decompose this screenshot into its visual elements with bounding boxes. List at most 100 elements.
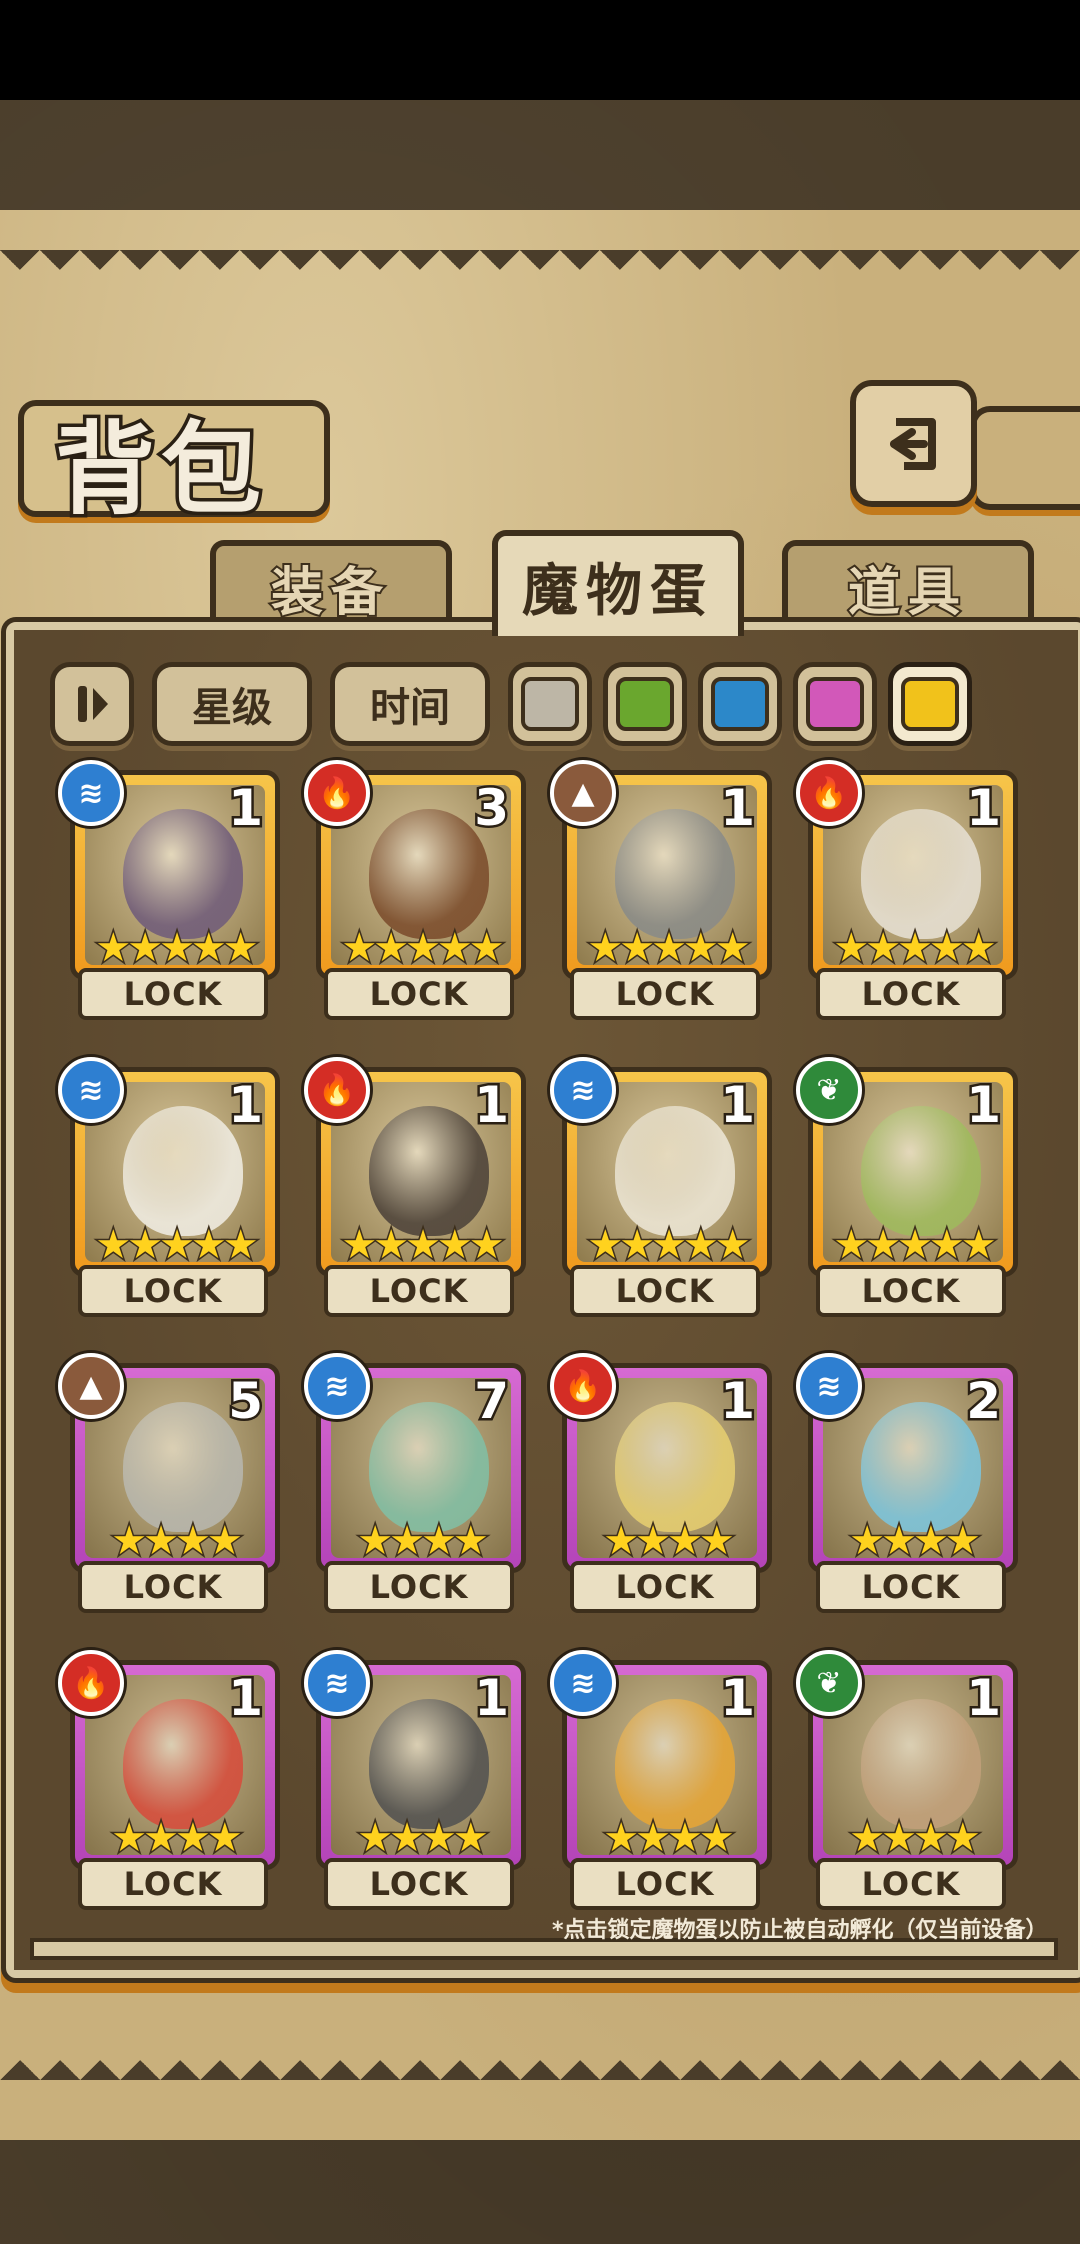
lock-button[interactable]: LOCK <box>816 968 1006 1020</box>
color-swatch-pink <box>806 677 864 731</box>
parchment-top-edge <box>0 250 1080 290</box>
lock-hint-text: *点击锁定魔物蛋以防止被自动孵化（仅当前设备） <box>552 1918 1048 1943</box>
color-filter-gold[interactable] <box>888 662 972 746</box>
lock-button[interactable]: LOCK <box>570 1561 760 1613</box>
water-element-icon: ≋ <box>796 1353 862 1419</box>
color-swatch-green <box>616 677 674 731</box>
monster-egg-image <box>369 1402 489 1532</box>
lock-button[interactable]: LOCK <box>570 1265 760 1317</box>
lock-button[interactable]: LOCK <box>816 1561 1006 1613</box>
earth-element-icon: ▲ <box>550 760 616 826</box>
water-element-icon: ≋ <box>304 1353 370 1419</box>
egg-star-rating: ★★★★★ <box>586 1221 752 1270</box>
water-element-icon: ≋ <box>58 760 124 826</box>
monster-egg-image <box>615 1699 735 1829</box>
monster-egg-image <box>861 1402 981 1532</box>
egg-count: 1 <box>472 1074 512 1137</box>
page-title: 背包 <box>52 408 267 532</box>
egg-star-rating: ★★★★★ <box>832 1221 998 1270</box>
monster-egg-image <box>861 1699 981 1829</box>
sort-toggle-icon <box>78 686 108 722</box>
egg-star-rating: ★★★★ <box>110 1517 244 1566</box>
lock-button[interactable]: LOCK <box>324 1858 514 1910</box>
monster-egg-image <box>123 1106 243 1236</box>
water-element-icon: ≋ <box>550 1057 616 1123</box>
monster-egg-image <box>369 1106 489 1236</box>
status-bar-area <box>0 0 1080 100</box>
back-button-rail <box>970 406 1080 510</box>
sort-by-star-button[interactable]: 星级 <box>152 662 312 746</box>
lock-button[interactable]: LOCK <box>324 1561 514 1613</box>
fire-element-icon: 🔥 <box>58 1650 124 1716</box>
egg-star-rating: ★★★★★ <box>94 1221 260 1270</box>
lock-button[interactable]: LOCK <box>570 1858 760 1910</box>
water-element-icon: ≋ <box>304 1650 370 1716</box>
tab-items[interactable]: 道具 <box>782 540 1034 628</box>
color-filter-pink[interactable] <box>793 662 877 746</box>
color-swatch-gold <box>901 677 959 731</box>
fire-element-icon: 🔥 <box>304 1057 370 1123</box>
sort-by-time-button[interactable]: 时间 <box>330 662 490 746</box>
egg-star-rating: ★★★★ <box>848 1517 982 1566</box>
color-swatch-blue <box>711 677 769 731</box>
water-element-icon: ≋ <box>58 1057 124 1123</box>
tab-monster-eggs-label: 魔物蛋 <box>522 558 714 624</box>
egg-count: 1 <box>226 1667 266 1730</box>
color-filter-blue[interactable] <box>698 662 782 746</box>
egg-count: 1 <box>472 1667 512 1730</box>
color-filter-white[interactable] <box>508 662 592 746</box>
lock-button[interactable]: LOCK <box>816 1858 1006 1910</box>
monster-egg-image <box>123 809 243 939</box>
sort-order-toggle[interactable] <box>50 662 134 746</box>
fire-element-icon: 🔥 <box>550 1353 616 1419</box>
water-element-icon: ≋ <box>550 1650 616 1716</box>
lock-button[interactable]: LOCK <box>78 1561 268 1613</box>
back-button[interactable] <box>850 380 977 507</box>
fire-element-icon: 🔥 <box>304 760 370 826</box>
monster-egg-image <box>123 1402 243 1532</box>
egg-count: 7 <box>472 1370 512 1433</box>
lock-button[interactable]: LOCK <box>78 1265 268 1317</box>
lock-button[interactable]: LOCK <box>570 968 760 1020</box>
egg-star-rating: ★★★★ <box>356 1517 490 1566</box>
tab-items-label: 道具 <box>846 561 968 625</box>
egg-count: 1 <box>226 777 266 840</box>
color-filter-green[interactable] <box>603 662 687 746</box>
egg-count: 1 <box>226 1074 266 1137</box>
monster-egg-image <box>369 809 489 939</box>
egg-count: 1 <box>964 1074 1004 1137</box>
tab-equipment[interactable]: 装备 <box>210 540 452 628</box>
monster-egg-image <box>861 809 981 939</box>
egg-star-rating: ★★★★★ <box>586 924 752 973</box>
lock-button[interactable]: LOCK <box>78 968 268 1020</box>
egg-count: 2 <box>964 1370 1004 1433</box>
tab-equipment-label: 装备 <box>269 561 391 625</box>
egg-star-rating: ★★★★ <box>356 1814 490 1863</box>
monster-egg-image <box>123 1699 243 1829</box>
monster-egg-image <box>615 809 735 939</box>
egg-count: 1 <box>964 1667 1004 1730</box>
egg-star-rating: ★★★★★ <box>832 924 998 973</box>
lock-button[interactable]: LOCK <box>816 1265 1006 1317</box>
tab-monster-eggs[interactable]: 魔物蛋 <box>492 530 744 636</box>
egg-count: 1 <box>718 1667 758 1730</box>
back-arrow-icon <box>889 417 936 470</box>
egg-star-rating: ★★★★ <box>848 1814 982 1863</box>
lock-button[interactable]: LOCK <box>324 1265 514 1317</box>
leaf-element-icon: ❦ <box>796 1650 862 1716</box>
parchment-bottom-edge <box>0 2040 1080 2080</box>
monster-egg-image <box>861 1106 981 1236</box>
lock-button[interactable]: LOCK <box>324 968 514 1020</box>
leaf-element-icon: ❦ <box>796 1057 862 1123</box>
egg-count: 1 <box>718 1370 758 1433</box>
egg-count: 1 <box>718 777 758 840</box>
egg-star-rating: ★★★★ <box>602 1814 736 1863</box>
egg-star-rating: ★★★★★ <box>340 924 506 973</box>
egg-star-rating: ★★★★ <box>110 1814 244 1863</box>
monster-egg-image <box>369 1699 489 1829</box>
monster-egg-image <box>615 1402 735 1532</box>
lock-button[interactable]: LOCK <box>78 1858 268 1910</box>
egg-star-rating: ★★★★★ <box>340 1221 506 1270</box>
egg-count: 5 <box>226 1370 266 1433</box>
egg-star-rating: ★★★★ <box>602 1517 736 1566</box>
